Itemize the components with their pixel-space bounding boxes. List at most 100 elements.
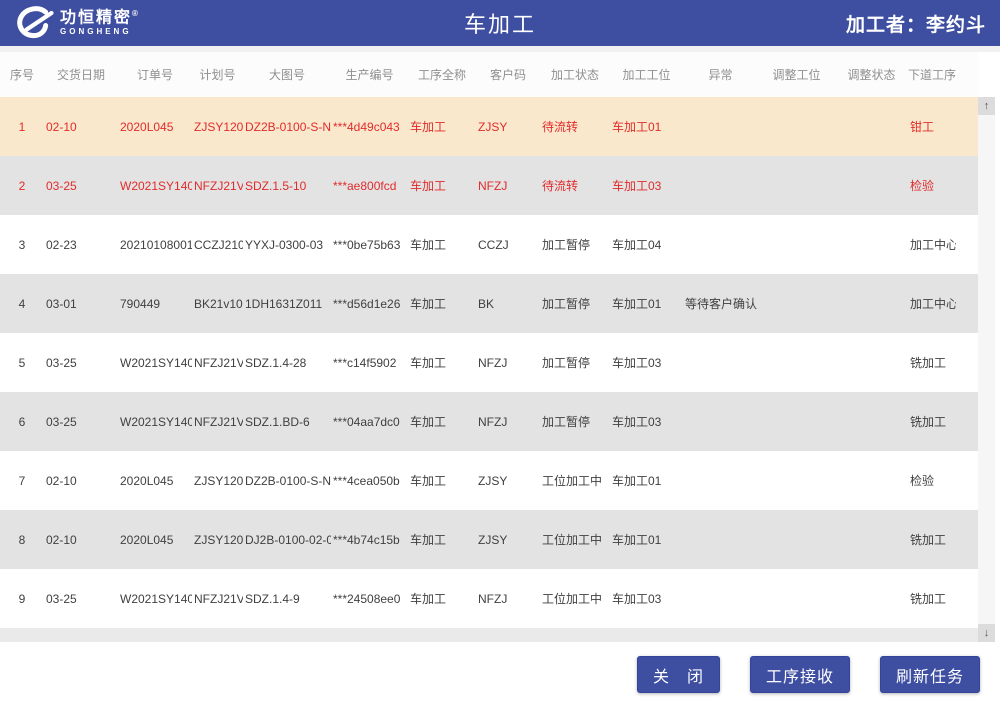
table-header-row: 序号交货日期订单号计划号大图号生产编号工序全称客户码加工状态加工工位异常调整工位… [0, 52, 978, 97]
table-cell: 加工暂停 [540, 236, 610, 253]
table-cell: 5 [0, 356, 44, 370]
table-cell: 检验 [908, 177, 956, 194]
table-cell: ZJSY1201 [192, 474, 243, 488]
column-header-3: 计划号 [192, 66, 243, 83]
table-cell: NFZJ [476, 179, 540, 193]
table-cell: DZ2B-0100-S-N- [243, 120, 331, 134]
horizontal-scrollbar[interactable] [0, 628, 978, 642]
column-header-6: 工序全称 [408, 66, 476, 83]
table-cell: 8 [0, 533, 44, 547]
table-cell: 1 [0, 120, 44, 134]
table-row[interactable]: 302-23202101080011CCZJ2104YYXJ-0300-03**… [0, 215, 978, 274]
operator-label: 加工者：李约斗 [846, 10, 986, 37]
table-cell: 6 [0, 415, 44, 429]
table-cell: 9 [0, 592, 44, 606]
table-cell: 工位加工中 [540, 590, 610, 607]
table-cell: 车加工 [408, 472, 476, 489]
table-cell: ***d56d1e26 [331, 297, 408, 311]
table-cell: NFZJ21V [192, 415, 243, 429]
table-cell: 03-25 [44, 356, 118, 370]
table-cell: 1DH1631Z011 [243, 297, 331, 311]
table-row[interactable]: 102-102020L045ZJSY1201DZ2B-0100-S-N-***4… [0, 97, 978, 156]
table-cell: ***04aa7dc0 [331, 415, 408, 429]
column-header-4: 大图号 [243, 66, 331, 83]
process-receive-button[interactable]: 工序接收 [750, 656, 850, 693]
table-cell: NFZJ [476, 592, 540, 606]
table-cell: NFZJ [476, 415, 540, 429]
table-cell: 车加工01 [610, 295, 683, 312]
table-row[interactable]: 603-25W2021SY140NFZJ21VSDZ.1.BD-6***04aa… [0, 392, 978, 451]
table-cell: 加工暂停 [540, 295, 610, 312]
app-window: 功恒精密® GONGHENG 车加工 加工者：李约斗 序号交货日期订单号计划号大… [0, 0, 1000, 711]
table-cell: ***ae800fcd [331, 179, 408, 193]
scroll-up-button[interactable]: ↑ [978, 97, 995, 115]
table-cell: 03-25 [44, 415, 118, 429]
table-cell: 2020L045 [118, 120, 192, 134]
task-table: 序号交货日期订单号计划号大图号生产编号工序全称客户码加工状态加工工位异常调整工位… [0, 52, 995, 642]
table-cell: 检验 [908, 472, 956, 489]
scrollbar-track[interactable] [978, 115, 995, 624]
column-header-7: 客户码 [476, 66, 540, 83]
table-cell: W2021SY140 [118, 179, 192, 193]
table-cell: 790449 [118, 297, 192, 311]
vertical-scrollbar[interactable]: ↑ ↓ [978, 97, 995, 642]
table-cell: 车加工 [408, 354, 476, 371]
table-cell: 铣加工 [908, 590, 956, 607]
table-cell: YYXJ-0300-03 [243, 238, 331, 252]
table-cell: 2020L045 [118, 474, 192, 488]
table-cell: 加工中心 [908, 295, 956, 312]
table-cell: SDZ.1.4-9 [243, 592, 331, 606]
table-row[interactable]: 503-25W2021SY140NFZJ21VSDZ.1.4-28***c14f… [0, 333, 978, 392]
table-cell: 2020L045 [118, 533, 192, 547]
table-cell: ZJSY [476, 120, 540, 134]
table-cell: 车加工 [408, 118, 476, 135]
up-arrow-icon: ↑ [984, 100, 990, 112]
table-cell: 待流转 [540, 118, 610, 135]
table-cell: 车加工01 [610, 531, 683, 548]
table-cell: DZ2B-0100-S-N.1 [243, 474, 331, 488]
table-row[interactable]: 403-01790449BK21v1021DH1631Z011***d56d1e… [0, 274, 978, 333]
table-cell: SDZ.1.4-28 [243, 356, 331, 370]
column-header-13: 下道工序 [908, 66, 956, 83]
table-row[interactable]: 702-102020L045ZJSY1201DZ2B-0100-S-N.1***… [0, 451, 978, 510]
column-header-9: 加工工位 [610, 66, 683, 83]
table-row[interactable]: 203-25W2021SY140NFZJ21VSDZ.1.5-10***ae80… [0, 156, 978, 215]
table-cell: 车加工03 [610, 354, 683, 371]
scroll-down-button[interactable]: ↓ [978, 624, 995, 642]
table-cell: 车加工03 [610, 177, 683, 194]
table-row[interactable]: 802-102020L045ZJSY1201DJ2B-0100-02-03***… [0, 510, 978, 569]
table-cell: 3 [0, 238, 44, 252]
registered-mark: ® [132, 9, 138, 18]
table-cell: 4 [0, 297, 44, 311]
table-cell: 车加工 [408, 236, 476, 253]
app-header: 功恒精密® GONGHENG 车加工 加工者：李约斗 [0, 0, 1000, 46]
table-cell: ***4d49c043 [331, 120, 408, 134]
close-button[interactable]: 关 闭 [637, 656, 720, 693]
column-header-0: 序号 [0, 66, 44, 83]
table-cell: ***4cea050b [331, 474, 408, 488]
refresh-task-button[interactable]: 刷新任务 [880, 656, 980, 693]
table-cell: CCZJ [476, 238, 540, 252]
table-cell: 工位加工中 [540, 472, 610, 489]
table-cell: 2 [0, 179, 44, 193]
table-cell: 车加工 [408, 531, 476, 548]
table-cell: NFZJ21V [192, 592, 243, 606]
table-cell: 车加工01 [610, 118, 683, 135]
table-cell: 7 [0, 474, 44, 488]
table-cell: ZJSY [476, 474, 540, 488]
column-header-11: 调整工位 [758, 66, 835, 83]
table-row[interactable]: 903-25W2021SY140NFZJ21VSDZ.1.4-9***24508… [0, 569, 978, 628]
table-cell: 02-10 [44, 120, 118, 134]
table-cell: NFZJ21V [192, 179, 243, 193]
column-header-5: 生产编号 [331, 66, 408, 83]
table-cell: W2021SY140 [118, 592, 192, 606]
column-header-2: 订单号 [118, 66, 192, 83]
table-cell: 待流转 [540, 177, 610, 194]
table-cell: ***c14f5902 [331, 356, 408, 370]
brand-logo-text: 功恒精密® GONGHENG [60, 10, 138, 36]
table-cell: ZJSY1201 [192, 533, 243, 547]
table-cell: 铣加工 [908, 531, 956, 548]
table-cell: SDZ.1.5-10 [243, 179, 331, 193]
table-cell: 钳工 [908, 118, 956, 135]
column-header-8: 加工状态 [540, 66, 610, 83]
